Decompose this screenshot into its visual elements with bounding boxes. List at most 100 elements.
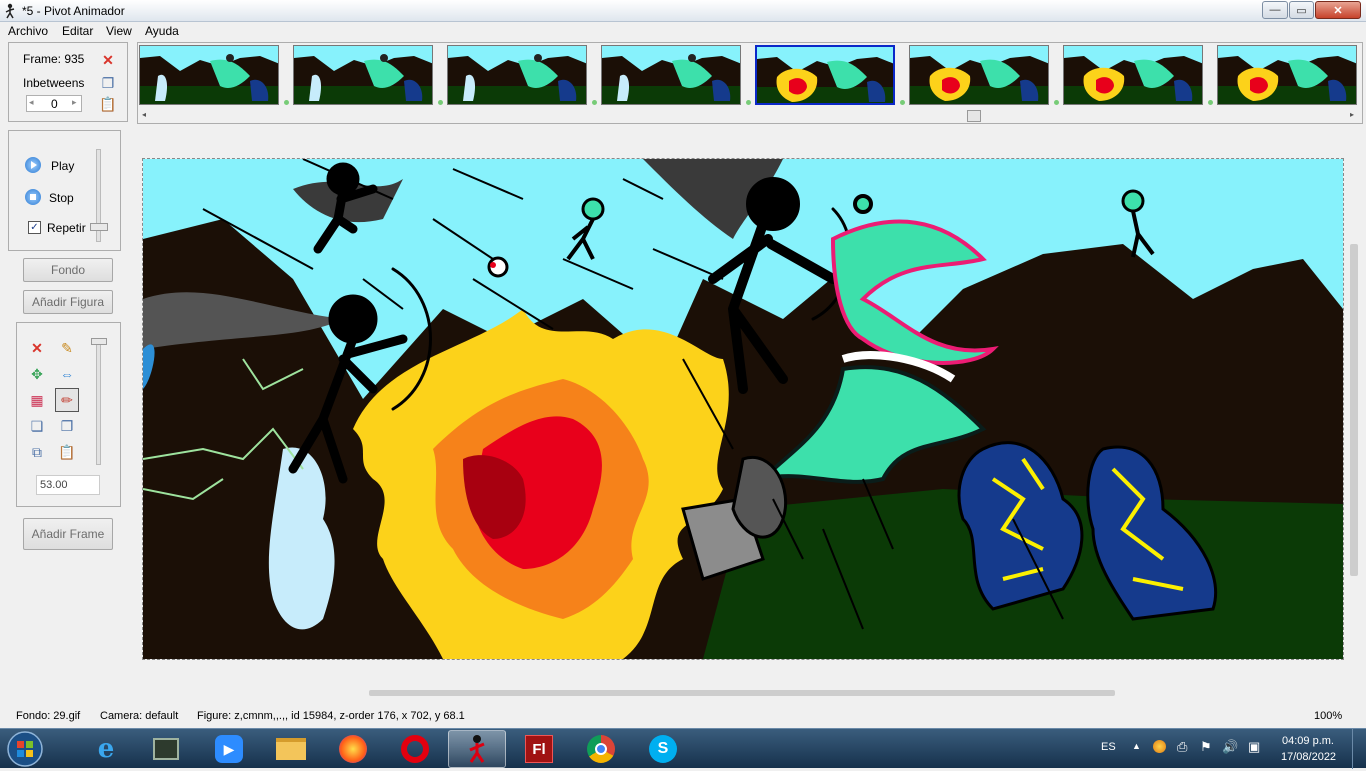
canvas-vertical-scrollbar[interactable] — [1348, 130, 1362, 686]
frame-keyframe-dot — [438, 100, 443, 105]
chrome-icon[interactable] — [572, 730, 630, 768]
internet-explorer-icon[interactable]: e — [77, 730, 135, 768]
canvas-horizontal-scroll-thumb[interactable] — [369, 690, 1115, 696]
stop-icon[interactable] — [25, 189, 41, 205]
inbetweens-stepper[interactable]: ◂ 0 ▸ — [26, 95, 82, 112]
inbetweens-value[interactable]: 0 — [51, 97, 58, 111]
frame-number-label: Frame: 935 — [23, 52, 85, 66]
stepper-left-icon[interactable]: ◂ — [29, 97, 34, 108]
menu-archivo[interactable]: Archivo — [8, 24, 48, 38]
timeline-scrollbar[interactable]: ◂ ▸ — [138, 109, 1362, 123]
frame-thumbnail[interactable] — [293, 45, 433, 105]
window-title: *5 - Pivot Animador — [22, 4, 125, 18]
skype-icon[interactable]: S — [634, 730, 692, 768]
frame-keyframe-dot — [1054, 100, 1059, 105]
frame-keyframe-dot — [1208, 100, 1213, 105]
frame-keyframe-dot — [1362, 100, 1363, 105]
pencil-icon[interactable]: ✎ — [58, 339, 76, 357]
frame-thumbnail[interactable] — [755, 45, 895, 105]
status-figure: Figure: z,cmnm,,.,, id 15984, z-order 17… — [197, 710, 465, 722]
stop-label[interactable]: Stop — [49, 191, 74, 205]
bring-front-icon[interactable]: ❐ — [58, 417, 76, 435]
menu-editar[interactable]: Editar — [62, 24, 93, 38]
start-button[interactable] — [4, 730, 46, 768]
timeline-scroll-thumb[interactable] — [967, 110, 981, 122]
animation-stage[interactable] — [142, 158, 1344, 660]
file-explorer-icon[interactable] — [262, 730, 320, 768]
paste-figure-icon[interactable]: 📋 — [58, 443, 76, 461]
send-back-icon[interactable]: ❏ — [28, 417, 46, 435]
paste-frame-icon[interactable]: 📋 — [99, 95, 117, 113]
size-slider-track[interactable] — [96, 339, 101, 465]
show-desktop-button[interactable] — [1352, 729, 1366, 769]
tray-volume-icon[interactable]: 🔊 — [1222, 739, 1238, 755]
tray-app-icon[interactable] — [1153, 740, 1166, 753]
tray-network-icon[interactable]: ▣ — [1248, 739, 1260, 755]
tray-expand-icon[interactable]: ▲ — [1132, 741, 1141, 751]
close-button[interactable]: ✕ — [1315, 1, 1361, 19]
copy-frame-icon[interactable]: ❐ — [99, 74, 117, 92]
flip-icon[interactable]: ⇔ — [58, 365, 76, 383]
menu-view[interactable]: View — [106, 24, 132, 38]
inbetweens-label: Inbetweens — [23, 76, 85, 90]
canvas-vertical-scroll-thumb[interactable] — [1350, 244, 1358, 576]
frame-keyframe-dot — [284, 100, 289, 105]
frame-thumbnail[interactable] — [1217, 45, 1357, 105]
speed-slider-thumb[interactable] — [90, 223, 108, 231]
brush-icon[interactable]: ✏ — [55, 388, 79, 412]
frame-keyframe-dot — [900, 100, 905, 105]
frame-thumbnail[interactable] — [909, 45, 1049, 105]
stepper-right-icon[interactable]: ▸ — [72, 97, 77, 108]
flash-icon[interactable]: Fl — [510, 730, 568, 768]
frame-keyframe-dot — [746, 100, 751, 105]
title-bar: *5 - Pivot Animador — ▭ ✕ — [0, 0, 1366, 22]
center-figure-icon[interactable]: ✥ — [28, 365, 46, 383]
play-label[interactable]: Play — [51, 159, 74, 173]
canvas-area — [137, 130, 1363, 700]
windows-taskbar: e ▶ Fl S ES ▲ ⎙ ⚑ 🔊 ▣ 04:09 p.m. 17/08/2… — [0, 728, 1366, 769]
scroll-left-icon[interactable]: ◂ — [142, 110, 146, 119]
delete-figure-icon[interactable]: ✕ — [28, 339, 46, 357]
playback-panel: Play Stop ✓ Repetir — [8, 130, 121, 251]
frame-timeline: ◂ ▸ — [137, 42, 1363, 124]
frame-thumbnail[interactable] — [601, 45, 741, 105]
frame-info-panel: Frame: 935 ✕ Inbetweens ❐ ◂ 0 ▸ 📋 — [8, 42, 128, 122]
terminal-icon[interactable] — [137, 730, 195, 768]
delete-frame-icon[interactable]: ✕ — [99, 51, 117, 69]
scroll-right-icon[interactable]: ▸ — [1350, 110, 1354, 119]
repeat-label[interactable]: Repetir — [47, 221, 86, 235]
language-indicator[interactable]: ES — [1101, 741, 1116, 753]
figure-tools-panel: ✕ ✎ ✥ ⇔ ▦ ✏ ❏ ❐ ⧉ 📋 53.00 — [16, 322, 121, 507]
tray-usb-icon[interactable]: ⎙ — [1177, 739, 1187, 755]
status-background: Fondo: 29.gif — [16, 710, 81, 722]
minimize-button[interactable]: — — [1262, 1, 1288, 19]
add-frame-button[interactable]: Añadir Frame — [23, 518, 113, 550]
copy-figure-icon[interactable]: ⧉ — [28, 443, 46, 461]
clock-date[interactable]: 17/08/2022 — [1281, 751, 1336, 763]
canvas-horizontal-scrollbar[interactable] — [137, 686, 1347, 700]
color-icon[interactable]: ▦ — [28, 391, 46, 409]
frame-thumbnail[interactable] — [1063, 45, 1203, 105]
menu-ayuda[interactable]: Ayuda — [145, 24, 179, 38]
clock-time[interactable]: 04:09 p.m. — [1282, 735, 1334, 747]
menu-bar: Archivo Editar View Ayuda — [0, 22, 1366, 40]
status-zoom: 100% — [1314, 710, 1343, 722]
play-icon[interactable] — [25, 157, 41, 173]
tray-flag-icon[interactable]: ⚑ — [1200, 739, 1212, 755]
size-value-field[interactable]: 53.00 — [36, 475, 100, 495]
size-slider-thumb[interactable] — [91, 338, 107, 345]
zoom-icon[interactable]: ▶ — [200, 730, 258, 768]
frame-keyframe-dot — [592, 100, 597, 105]
status-camera: Camera: default — [100, 710, 179, 722]
frame-thumbnail[interactable] — [139, 45, 279, 105]
opera-icon[interactable] — [386, 730, 444, 768]
firefox-icon[interactable] — [324, 730, 382, 768]
frame-thumbnail[interactable] — [447, 45, 587, 105]
status-bar: Fondo: 29.gif Camera: default Figure: z,… — [0, 704, 1366, 728]
background-button[interactable]: Fondo — [23, 258, 113, 282]
pivot-stickman-icon — [5, 3, 15, 19]
add-figure-button[interactable]: Añadir Figura — [23, 290, 113, 314]
maximize-button[interactable]: ▭ — [1289, 1, 1314, 19]
repeat-checkbox[interactable]: ✓ — [28, 221, 41, 234]
pivot-animator-icon[interactable] — [448, 730, 506, 768]
